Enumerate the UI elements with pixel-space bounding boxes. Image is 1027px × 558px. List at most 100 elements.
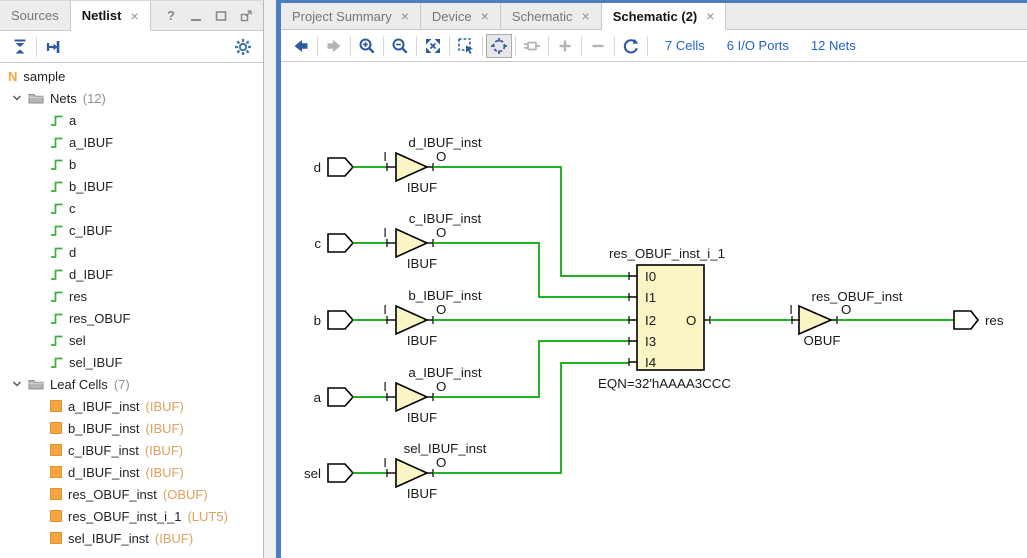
- ibuf-b[interactable]: I O b_IBUF_inst IBUF: [353, 288, 482, 348]
- tab-sources[interactable]: Sources: [0, 1, 71, 30]
- chevron-down-icon[interactable]: [12, 93, 22, 103]
- close-icon[interactable]: ×: [401, 9, 409, 23]
- netlist-tree: NsampleNets(12)aa_IBUFb b_IBUFc c_IBUFd d_I…: [0, 63, 263, 558]
- lut5-cell[interactable]: res_OBUF_inst_i_1 I0 I1 I2 I3 I4 O: [598, 246, 731, 391]
- tree-item-res-obuf[interactable]: res_OBUF: [0, 307, 263, 329]
- tree-item-a-ibuf-inst[interactable]: a_IBUF_inst (IBUF): [0, 395, 263, 417]
- regenerate-button[interactable]: [618, 34, 644, 58]
- tree-item-label: b_IBUF: [69, 179, 113, 194]
- schematic-stats: 7 Cells 6 I/O Ports 12 Nets: [665, 38, 856, 53]
- tree-item-d[interactable]: d: [0, 241, 263, 263]
- cell-type: (IBUF): [146, 399, 184, 414]
- tree-item-label: res_OBUF_inst: [68, 487, 157, 502]
- tree-item-res-obuf-inst-i-1[interactable]: res_OBUF_inst_i_1 (LUT5): [0, 505, 263, 527]
- forward-button[interactable]: [321, 34, 347, 58]
- input-port-sel[interactable]: sel: [304, 464, 353, 482]
- cells-link[interactable]: 7 Cells: [665, 38, 705, 53]
- tree-item-label: sample: [23, 69, 65, 84]
- item-count: (7): [114, 377, 130, 392]
- tab-project-summary-label: Project Summary: [292, 9, 392, 24]
- tree-item-res-obuf-inst[interactable]: res_OBUF_inst(OBUF): [0, 483, 263, 505]
- cell-icon: [50, 532, 62, 544]
- io-ports-link[interactable]: 6 I/O Ports: [727, 38, 789, 53]
- zoom-to-selection-button[interactable]: [453, 34, 479, 58]
- tree-item-label: res_OBUF_inst_i_1: [68, 509, 181, 524]
- tree-item-label: res_OBUF: [69, 311, 130, 326]
- net-icon: [50, 179, 63, 193]
- tree-item-label: b: [69, 157, 76, 172]
- tree-item-d-ibuf[interactable]: d_IBUF: [0, 263, 263, 285]
- expand-selected-button[interactable]: [40, 35, 66, 59]
- input-port-a[interactable]: a: [314, 388, 353, 406]
- tree-item-label: a_IBUF_inst: [68, 399, 140, 414]
- tree-item-a-ibuf[interactable]: a_IBUF: [0, 131, 263, 153]
- schematic-canvas[interactable]: d I O d_IBUF_inst IBUF: [281, 62, 1026, 558]
- zoom-fit-button[interactable]: [420, 34, 446, 58]
- cell-icon: [50, 444, 62, 456]
- tree-item-label: c_IBUF: [69, 223, 112, 238]
- folder-icon: [28, 378, 44, 391]
- tree-item-c-ibuf[interactable]: c_IBUF: [0, 219, 263, 241]
- help-icon[interactable]: ?: [165, 9, 177, 23]
- schematic-viewport[interactable]: d I O d_IBUF_inst IBUF: [281, 62, 1027, 558]
- tree-item-sel-ibuf-inst[interactable]: sel_IBUF_inst(IBUF): [0, 527, 263, 549]
- tree-item-sample[interactable]: Nsample: [0, 65, 263, 87]
- collapse-all-button[interactable]: [7, 35, 33, 59]
- tab-device[interactable]: Device ×: [421, 3, 501, 29]
- instance-label: d_IBUF_inst: [408, 135, 481, 150]
- pin-label-i: I: [789, 302, 793, 317]
- back-button[interactable]: [288, 34, 314, 58]
- remove-button[interactable]: [585, 34, 611, 58]
- expand-cone-button[interactable]: [519, 34, 545, 58]
- tree-item-c[interactable]: c: [0, 197, 263, 219]
- zoom-out-button[interactable]: [387, 34, 413, 58]
- tree-item-b-ibuf-inst[interactable]: b_IBUF_inst(IBUF): [0, 417, 263, 439]
- tree-item-d-ibuf-inst[interactable]: d_IBUF_inst(IBUF): [0, 461, 263, 483]
- close-icon[interactable]: ×: [706, 9, 714, 23]
- tree-item-b[interactable]: b: [0, 153, 263, 175]
- tree-item-c-ibuf-inst[interactable]: c_IBUF_inst(IBUF): [0, 439, 263, 461]
- tree-item-b-ibuf[interactable]: b_IBUF: [0, 175, 263, 197]
- tab-netlist[interactable]: Netlist ×: [71, 1, 151, 31]
- output-port-res[interactable]: res: [954, 311, 1004, 329]
- ibuf-a[interactable]: I O a_IBUF_inst IBUF: [353, 365, 482, 425]
- tab-project-summary[interactable]: Project Summary ×: [281, 3, 421, 29]
- autofit-selection-button[interactable]: [486, 34, 512, 58]
- float-icon[interactable]: [240, 9, 252, 23]
- input-port-b[interactable]: b: [314, 311, 353, 329]
- net-icon: [50, 201, 63, 215]
- add-button[interactable]: [552, 34, 578, 58]
- cell-type: (IBUF): [146, 421, 184, 436]
- settings-gear-icon[interactable]: [230, 35, 256, 59]
- close-icon[interactable]: ×: [481, 9, 489, 23]
- close-icon[interactable]: ×: [582, 9, 590, 23]
- pin-label-i4: I4: [645, 355, 656, 370]
- nets-link[interactable]: 12 Nets: [811, 38, 856, 53]
- ibuf-c[interactable]: I O c_IBUF_inst IBUF: [353, 211, 482, 271]
- tree-item-leaf-cells[interactable]: Leaf Cells(7): [0, 373, 263, 395]
- schematic-toolbar: 7 Cells 6 I/O Ports 12 Nets: [281, 30, 1027, 62]
- tree-item-res[interactable]: res: [0, 285, 263, 307]
- minimize-icon[interactable]: [190, 9, 202, 23]
- maximize-icon[interactable]: [215, 9, 227, 23]
- net-icon: [50, 223, 63, 237]
- ibuf-sel[interactable]: I O sel_IBUF_inst IBUF: [353, 441, 487, 501]
- panel-divider[interactable]: [264, 0, 276, 558]
- cell-icon: [50, 510, 62, 522]
- tree-item-sel[interactable]: sel: [0, 329, 263, 351]
- close-icon[interactable]: ×: [130, 9, 138, 23]
- input-port-d[interactable]: d: [314, 158, 353, 176]
- tree-item-a[interactable]: a: [0, 109, 263, 131]
- tree-item-label: d_IBUF: [69, 267, 113, 282]
- chevron-down-icon[interactable]: [12, 379, 22, 389]
- tab-schematic-2[interactable]: Schematic (2) ×: [602, 3, 727, 30]
- input-port-c[interactable]: c: [314, 234, 353, 252]
- tree-item-sel-ibuf[interactable]: sel_IBUF: [0, 351, 263, 373]
- tab-schematic[interactable]: Schematic ×: [501, 3, 602, 29]
- obuf-res[interactable]: I O res_OBUF_inst OBUF: [789, 289, 902, 348]
- cell-type: (LUT5): [187, 509, 227, 524]
- zoom-in-button[interactable]: [354, 34, 380, 58]
- tree-item-nets[interactable]: Nets(12): [0, 87, 263, 109]
- net-icon: [50, 113, 63, 127]
- ibuf-d[interactable]: I O d_IBUF_inst IBUF: [353, 135, 482, 195]
